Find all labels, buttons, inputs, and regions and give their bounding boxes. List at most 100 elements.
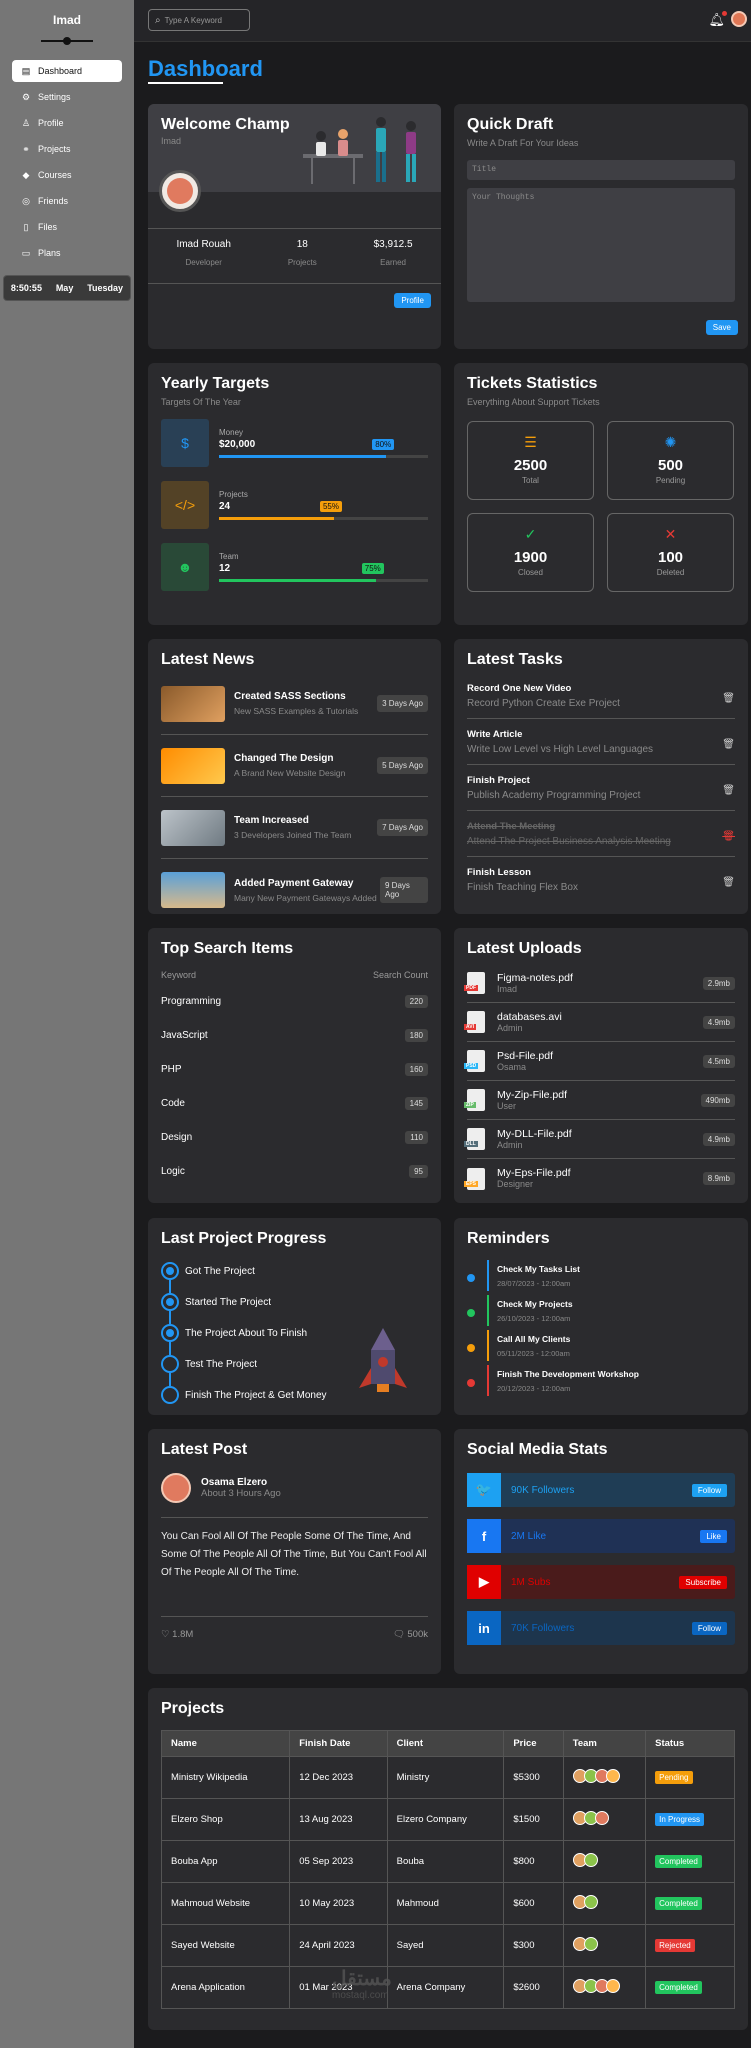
sidebar-item-profile[interactable]: ♙ Profile <box>12 112 122 134</box>
save-button[interactable]: Save <box>705 320 738 335</box>
sidebar-item-files[interactable]: ▯ Files <box>12 216 122 238</box>
reminder-dot <box>467 1379 475 1387</box>
news-age-badge: 7 Days Ago <box>377 819 428 836</box>
post-author[interactable]: Osama Elzero <box>201 1477 281 1488</box>
page-title: Dashboard <box>148 56 263 81</box>
news-sub: Many New Payment Gateways Added <box>234 892 377 903</box>
profile-button[interactable]: Profile <box>394 293 431 308</box>
upload-size: 4.5mb <box>702 1054 735 1068</box>
welcome-card: Welcome Champ Imad Imad Rouah Developer 1… <box>148 104 441 349</box>
step-label: The Project About To Finish <box>185 1328 308 1339</box>
tickets-title: Tickets Statistics <box>467 375 598 392</box>
bell-icon[interactable]: 🔔︎ <box>708 11 727 28</box>
social-row: ▶ 1M Subs Subscribe <box>467 1565 735 1599</box>
upload-user: Admin <box>497 1139 523 1150</box>
sidebar-item-courses[interactable]: ◆ Courses <box>12 164 122 186</box>
topbar: ⌕ Type A Keyword 🔔︎ <box>134 0 751 42</box>
reminder-date: 28/07/2023 - 12:00am <box>497 1279 571 1288</box>
upload-text: My-Eps-File.pdf Designer <box>497 1167 703 1190</box>
upload-name: My-DLL-File.pdf <box>497 1127 572 1140</box>
upload-item[interactable]: PDF Figma-notes.pdf Imad 2.9mb <box>464 964 735 1003</box>
task-title: Attend The Meeting <box>467 821 556 832</box>
draft-body-textarea[interactable]: Your Thoughts <box>467 188 735 302</box>
comments-count[interactable]: 🗨︎ 500k <box>393 1629 428 1640</box>
sidebar-item-plans[interactable]: ▭ Plans <box>12 242 122 264</box>
social-count: 90K Followers <box>511 1484 575 1496</box>
sidebar: Imad ▤ Dashboard ⚙ Settings ♙ Profile ⚭ Proj… <box>0 0 134 2048</box>
welcome-avatar[interactable] <box>159 170 201 212</box>
news-title: Created SASS Sections <box>234 691 346 702</box>
upload-item[interactable]: AVI databases.avi Admin 4.9mb <box>464 1003 735 1042</box>
projects-table-wrap: Name Finish Date Client Price Team Status Min… <box>161 1730 735 2009</box>
yearly-targets-card: Yearly Targets Targets Of The Year $ Mone… <box>148 363 441 625</box>
sidebar-nav: ▤ Dashboard ⚙ Settings ♙ Profile ⚭ Projects … <box>0 60 134 264</box>
cell-status: Completed <box>645 1966 735 2009</box>
news-title: Changed The Design <box>234 753 334 764</box>
target-label: Projects <box>219 490 248 499</box>
reminder-dot <box>467 1344 475 1352</box>
x-square-icon: ✕ <box>664 526 677 542</box>
trash-icon[interactable]: 🗑︎ <box>722 831 735 842</box>
likes-count[interactable]: ♡ 1.8M <box>161 1629 193 1640</box>
reminder-title: Check My Tasks List <box>497 1264 580 1274</box>
search-row: Design 110 <box>161 1120 428 1154</box>
social-action-button[interactable]: Follow <box>691 1483 727 1497</box>
task-sub: Record Python Create Exe Project <box>467 698 620 709</box>
clock-month: May <box>55 283 74 293</box>
sidebar-item-dashboard[interactable]: ▤ Dashboard <box>12 60 122 82</box>
latest-tasks-card: Latest Tasks Record One New Video Record … <box>454 639 748 914</box>
sidebar-item-label: Projects <box>38 144 71 154</box>
cell-client: Elzero Company <box>386 1798 505 1841</box>
social-action-button[interactable]: Subscribe <box>679 1575 727 1589</box>
brand-divider <box>41 37 93 45</box>
social-action-button[interactable]: Follow <box>691 1621 727 1635</box>
file-icon: ▯ <box>23 221 29 232</box>
sidebar-item-projects[interactable]: ⚭ Projects <box>12 138 122 160</box>
upload-item[interactable]: DLL My-DLL-File.pdf Admin 4.9mb <box>464 1120 735 1159</box>
trash-icon[interactable]: 🗑︎ <box>722 739 735 750</box>
team-avatar <box>605 1979 620 1993</box>
avatar[interactable] <box>731 11 747 27</box>
sidebar-item-settings[interactable]: ⚙ Settings <box>12 86 122 108</box>
step-label: Finish The Project & Get Money <box>185 1390 327 1401</box>
target-progress-fill <box>219 579 376 582</box>
search-input[interactable]: ⌕ Type A Keyword <box>148 9 250 31</box>
news-item[interactable]: Changed The Design A Brand New Website De… <box>161 735 428 797</box>
trash-icon[interactable]: 🗑︎ <box>722 877 735 888</box>
social-action-button[interactable]: Like <box>700 1529 727 1543</box>
news-item[interactable]: Created SASS Sections New SASS Examples &… <box>161 673 428 735</box>
search-header: Keyword Search Count <box>161 970 428 980</box>
draft-sub: Write A Draft For Your Ideas <box>467 138 579 148</box>
column-header: Team <box>562 1730 647 1757</box>
news-item[interactable]: Added Payment Gateway Many New Payment Ga… <box>161 859 428 914</box>
status-badge: Completed <box>655 1981 702 1994</box>
file-type-tag: DLL <box>464 1141 478 1147</box>
news-image <box>161 872 225 908</box>
trash-icon[interactable]: 🗑︎ <box>722 785 735 796</box>
draft-title-input[interactable]: Title <box>467 160 735 180</box>
file-type-tag: PSD <box>464 1063 479 1069</box>
team-avatar <box>583 1937 598 1951</box>
stat-projects: 18 Projects <box>287 239 317 267</box>
project-progress-card: Last Project Progress Got The Project Sta… <box>148 1218 441 1415</box>
target-row: </> Projects 24 55% <box>161 481 428 529</box>
reminder-date: 05/11/2023 - 12:00am <box>497 1349 570 1358</box>
projects-table: Name Finish Date Client Price Team Status Min… <box>161 1730 735 2009</box>
upload-item[interactable]: ZIP My-Zip-File.pdf User 490mb <box>464 1081 735 1120</box>
sidebar-item-friends[interactable]: ◎ Friends <box>12 190 122 212</box>
upload-item[interactable]: PSD Psd-File.pdf Osama 4.5mb <box>464 1042 735 1081</box>
team-avatar <box>605 1769 620 1783</box>
step-dot <box>161 1324 179 1342</box>
search-keyword: Code <box>161 1097 185 1109</box>
upload-name: My-Zip-File.pdf <box>497 1088 568 1101</box>
team-avatar <box>583 1853 598 1867</box>
news-item[interactable]: Team Increased 3 Developers Joined The Te… <box>161 797 428 859</box>
sidebar-item-label: Dashboard <box>38 66 83 76</box>
trash-icon[interactable]: 🗑︎ <box>722 693 735 704</box>
upload-item[interactable]: EPS My-Eps-File.pdf Designer 8.9mb <box>464 1159 735 1198</box>
social-stats-card: Social Media Stats 🐦 90K Followers Follow f… <box>454 1429 748 1674</box>
cell-client: Sayed <box>386 1924 505 1967</box>
task-sub: Publish Academy Programming Project <box>467 790 641 801</box>
step-dot <box>161 1262 179 1280</box>
social-count: 70K Followers <box>511 1622 575 1634</box>
